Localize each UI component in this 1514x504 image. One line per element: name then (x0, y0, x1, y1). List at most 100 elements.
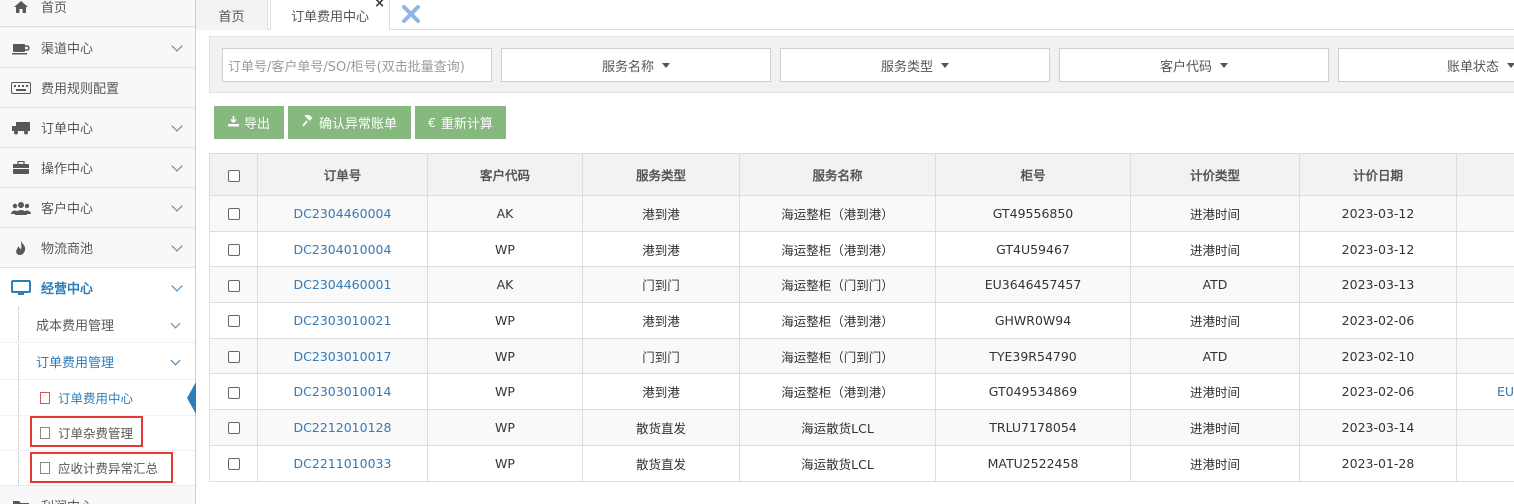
order-number-link[interactable]: DC2303010014 (257, 373, 428, 411)
table-cell: 门到门 (582, 266, 740, 304)
tab-close-icon[interactable]: × (374, 0, 385, 11)
table-row[interactable]: DC2303010014 WP 港到港 海运整柜（港到港） GT049534869 进港时… (209, 373, 1514, 411)
row-checkbox[interactable] (227, 351, 240, 364)
column-header[interactable]: 服务名称 (739, 153, 936, 196)
chevron-down-icon (171, 120, 183, 132)
row-checkbox[interactable] (227, 244, 240, 257)
column-header[interactable]: 服务类型 (582, 153, 740, 196)
sidebar-item-fee-rules[interactable]: 费用规则配置 (0, 68, 195, 108)
row-checkbox[interactable] (227, 386, 240, 399)
highlight-box (30, 452, 173, 483)
row-select-cell[interactable] (209, 444, 258, 482)
row-select-cell[interactable] (209, 230, 258, 268)
order-number-link[interactable]: DC2303010021 (257, 302, 428, 339)
sidebar-item-orders[interactable]: 订单中心 (0, 108, 195, 148)
order-fee-table: 订单号 客户代码 服务类型 服务名称 柜号 计价类型 计价日期 DC230446… (209, 153, 1514, 482)
table-cell: 海运整柜（港到港） (739, 195, 936, 232)
sidebar-subitem-cost-fees[interactable]: 成本费用管理 (0, 307, 195, 343)
coffee-icon (10, 39, 32, 57)
fire-icon (10, 239, 32, 257)
sidebar-subitem-order-fees[interactable]: 订单费用管理 (0, 344, 195, 380)
column-header[interactable]: 客户代码 (427, 153, 583, 196)
export-button[interactable]: 导出 (214, 106, 284, 139)
bill-status-select[interactable]: 账单状态 (1338, 48, 1514, 82)
table-row[interactable]: DC2304460001 AK 门到门 海运整柜（门到门） EU3646457457 AT… (209, 266, 1514, 304)
sidebar-item-business[interactable]: 经营中心 (0, 268, 195, 308)
row-checkbox[interactable] (227, 315, 240, 328)
tab-order-fee-center[interactable]: 订单费用中心 × (270, 0, 390, 30)
sidebar-item-profit[interactable]: 利润中心 (0, 486, 195, 504)
table-cell: 海运整柜（门到门） (739, 266, 936, 304)
table-cell: 海运散货LCL (739, 409, 936, 446)
column-header[interactable]: 柜号 (935, 153, 1131, 196)
column-header[interactable]: 订单号 (257, 153, 428, 196)
order-number-link[interactable]: DC2304460004 (257, 195, 428, 232)
sidebar-item-label: 物流商池 (41, 242, 94, 257)
table-cell: 散货直发 (582, 409, 740, 446)
order-number-link[interactable]: DC2211010033 (257, 444, 428, 482)
table-cell: 2023-03-12 (1299, 230, 1457, 268)
download-icon (227, 115, 239, 130)
order-number-link[interactable]: DC2303010017 (257, 337, 428, 375)
table-row[interactable]: DC2304010004 WP 港到港 海运整柜（港到港） GT4U59467 进港时间 2… (209, 230, 1514, 268)
order-search-input[interactable]: 订单号/客户单号/SO/柜号(双击批量查询) (222, 48, 492, 82)
table-row[interactable]: DC2303010017 WP 门到门 海运整柜（门到门） TYE39R54790 ATD… (209, 337, 1514, 375)
order-number-link[interactable]: DC2212010128 (257, 409, 428, 446)
euro-icon: € (428, 115, 436, 130)
sidebar-item-channel[interactable]: 渠道中心 (0, 28, 195, 68)
table-row[interactable]: DC2211010033 WP 散货直发 海运散货LCL MATU2522458 进港时间… (209, 444, 1514, 482)
column-header[interactable]: 计价类型 (1130, 153, 1300, 196)
confirm-anomaly-button[interactable]: 确认异常账单 (288, 106, 411, 139)
table-cell: WP (427, 373, 583, 411)
row-checkbox[interactable] (227, 422, 240, 435)
sidebar-item-customers[interactable]: 客户中心 (0, 188, 195, 228)
table-cell: GHWR0W94 (935, 302, 1131, 339)
order-number-link[interactable]: DC2304010004 (257, 230, 428, 268)
table-body: DC2304460004 AK 港到港 海运整柜（港到港） GT49556850 进港时间… (209, 195, 1514, 482)
sidebar-leaf-order-fee-center[interactable]: 订单费用中心 (0, 380, 195, 416)
table-cell: 2023-02-06 (1299, 373, 1457, 411)
table-cell: 进港时间 (1130, 444, 1300, 482)
order-number-link[interactable]: DC2304460001 (257, 266, 428, 304)
service-name-select[interactable]: 服务名称 (501, 48, 771, 82)
row-checkbox[interactable] (227, 279, 240, 292)
row-checkbox[interactable] (227, 208, 240, 221)
sidebar-item-home[interactable]: 首页 (0, 0, 195, 27)
row-select-cell[interactable] (209, 302, 258, 339)
customer-code-select[interactable]: 客户代码 (1059, 48, 1329, 82)
table-cell-extra (1456, 409, 1514, 446)
select-all-checkbox[interactable] (227, 169, 240, 182)
column-header[interactable]: 计价日期 (1299, 153, 1457, 196)
sidebar-item-label: 首页 (41, 1, 68, 16)
filter-bar: 订单号/客户单号/SO/柜号(双击批量查询) 服务名称 服务类型 客户代码 账单… (209, 36, 1514, 93)
select-label: 账单状态 (1446, 59, 1499, 75)
table-cell: MATU2522458 (935, 444, 1131, 482)
monitor-icon (10, 279, 32, 297)
recalculate-button[interactable]: € 重新计算 (415, 106, 506, 139)
row-select-cell[interactable] (209, 195, 258, 232)
tab-home[interactable]: 首页 (196, 0, 268, 30)
row-select-cell[interactable] (209, 373, 258, 411)
table-row[interactable]: DC2303010021 WP 港到港 海运整柜（港到港） GHWR0W94 进港时间 20… (209, 302, 1514, 339)
sidebar-item-logistics-pool[interactable]: 物流商池 (0, 228, 195, 268)
table-row[interactable]: DC2304460004 AK 港到港 海运整柜（港到港） GT49556850 进港时间… (209, 195, 1514, 232)
table-cell: AK (427, 195, 583, 232)
row-checkbox[interactable] (227, 458, 240, 471)
row-select-cell[interactable] (209, 337, 258, 375)
table-cell: 门到门 (582, 337, 740, 375)
briefcase-icon (10, 159, 32, 177)
select-all-cell[interactable] (209, 153, 258, 196)
row-select-cell[interactable] (209, 409, 258, 446)
order-search-placeholder: 订单号/客户单号/SO/柜号(双击批量查询) (228, 59, 465, 75)
table-row[interactable]: DC2212010128 WP 散货直发 海运散货LCL TRLU7178054 进港时间… (209, 409, 1514, 446)
table-header-row: 订单号 客户代码 服务类型 服务名称 柜号 计价类型 计价日期 (209, 153, 1514, 196)
table-cell-extra: EU (1456, 373, 1514, 411)
sidebar-item-label: 渠道中心 (41, 42, 94, 57)
close-all-tabs-icon[interactable] (396, 0, 426, 28)
service-type-select[interactable]: 服务类型 (780, 48, 1050, 82)
row-select-cell[interactable] (209, 266, 258, 304)
table-cell: WP (427, 409, 583, 446)
sidebar-item-label: 经营中心 (41, 282, 94, 297)
sidebar-item-operations[interactable]: 操作中心 (0, 148, 195, 188)
table-cell-extra (1456, 444, 1514, 482)
